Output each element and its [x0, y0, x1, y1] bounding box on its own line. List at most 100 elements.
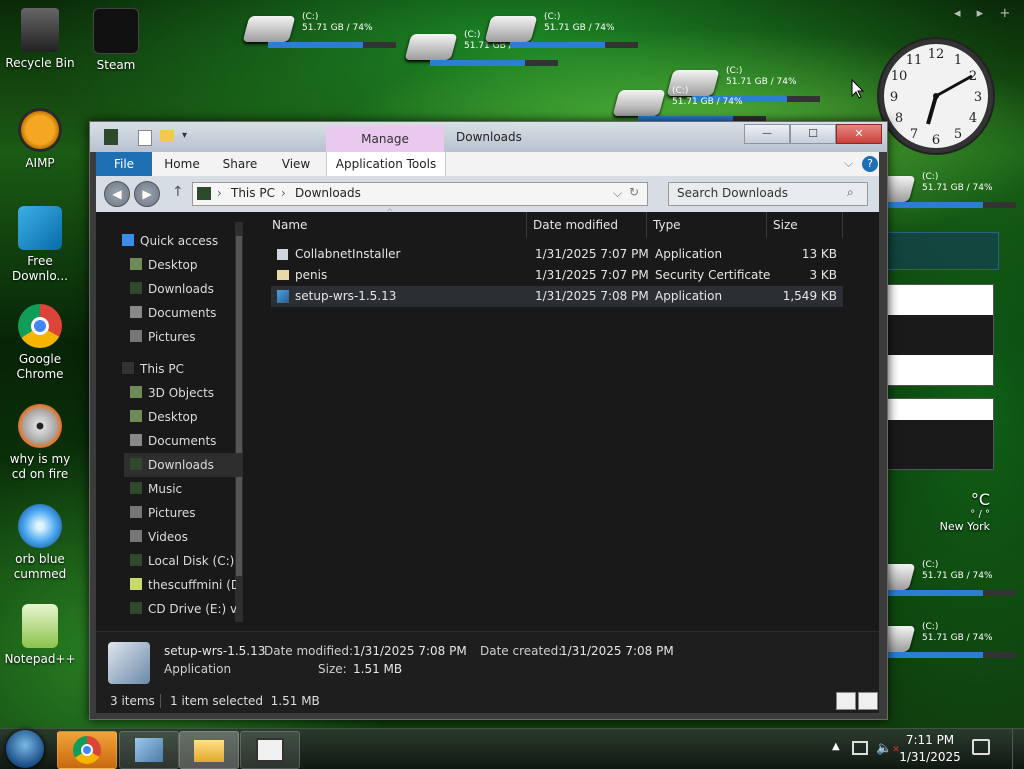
desktop-icon-aimp[interactable]: AIMP [0, 108, 80, 171]
nav-item-local-disk-c[interactable]: Local Disk (C:) [130, 549, 265, 573]
mouse-cursor-icon [851, 79, 865, 99]
nav-item-3d-objects[interactable]: 3D Objects [130, 381, 265, 405]
drive-usage-bar [268, 42, 396, 48]
nav-item-desktop-pc[interactable]: Desktop [130, 405, 265, 429]
start-button[interactable] [6, 730, 44, 768]
gadget-next-button[interactable]: ▸ [977, 6, 984, 21]
details-date-modified-label: Date modified: [264, 644, 354, 658]
details-date-created: 1/31/2025 7:08 PM [560, 644, 674, 658]
gadget-prev-button[interactable]: ◂ [954, 6, 961, 21]
installer-large-icon [108, 642, 150, 684]
nav-item-documents[interactable]: Documents [130, 301, 265, 325]
slideshow-gadget[interactable] [886, 398, 994, 470]
expand-ribbon-icon[interactable]: ⌵ [844, 156, 853, 171]
file-type: Security Certificate [655, 268, 771, 282]
clock-gadget[interactable]: 12 1 2 345 678 9 10 11 [876, 36, 996, 156]
window-titlebar[interactable]: ▾ Manage Downloads — ☐ ✕ [90, 122, 887, 152]
tab-application-tools[interactable]: Application Tools [326, 152, 446, 176]
nav-item-music[interactable]: Music [130, 477, 265, 501]
show-desktop-button[interactable] [1012, 729, 1024, 769]
properties-quick-icon[interactable] [138, 130, 152, 146]
drive-gadget: (C:) 51.71 GB / 74% [612, 86, 766, 126]
maximize-button[interactable]: ☐ [790, 124, 836, 144]
large-icons-view-button[interactable] [858, 692, 878, 710]
clock-date[interactable]: 1/31/2025 [890, 750, 970, 764]
nav-item-videos[interactable]: Videos [130, 525, 265, 549]
desktop-icon-orb-blue[interactable]: orb blue cummed [0, 504, 80, 582]
hard-drive-icon [242, 16, 296, 42]
svg-text:7: 7 [910, 127, 918, 142]
file-row[interactable]: penis 1/31/2025 7:07 PM Security Certifi… [271, 265, 843, 286]
nav-item-pictures-pc[interactable]: Pictures [130, 501, 265, 525]
details-view-button[interactable] [836, 692, 856, 710]
refresh-icon[interactable]: ↻ [629, 185, 639, 199]
search-input[interactable]: Search Downloads [677, 186, 788, 200]
search-box[interactable]: Search Downloads ⌕ [668, 182, 868, 206]
nav-item-downloads-pc[interactable]: Downloads [124, 453, 242, 477]
file-name: CollabnetInstaller [295, 247, 401, 261]
tab-view[interactable]: View [272, 152, 320, 176]
details-date-created-label: Date created: [480, 644, 563, 658]
column-header-size[interactable]: Size [767, 212, 843, 238]
desktop-icon-steam[interactable]: Steam [76, 8, 156, 73]
installer-file-icon [277, 290, 289, 303]
tab-home[interactable]: Home [156, 152, 208, 176]
weather-range: ° / ° [970, 509, 990, 520]
desktop-icon-free-download[interactable]: Free Downlo... [0, 206, 80, 284]
file-row-selected[interactable]: setup-wrs-1.5.13 1/31/2025 7:08 PM Appli… [271, 286, 843, 307]
desktop-icon-recycle-bin[interactable]: Recycle Bin [0, 8, 80, 71]
ribbon-tabs: File Home Share View Application Tools ⌵… [96, 152, 879, 176]
desktop-icon-google-chrome[interactable]: Google Chrome [0, 304, 80, 382]
network-icon[interactable] [852, 741, 868, 755]
breadcrumb-this-pc[interactable]: This PC [231, 186, 275, 200]
window-title: Downloads [456, 130, 522, 144]
address-dropdown-icon[interactable]: ⌵ [613, 186, 622, 201]
desktop-icon-notepad-plus-plus[interactable]: Notepad++ [0, 604, 80, 667]
column-header-date-modified[interactable]: Date modified [527, 212, 647, 238]
customize-quick-access-icon[interactable]: ▾ [182, 130, 187, 141]
computer-icon [122, 362, 134, 374]
drive-usage: 51.71 GB / 74% [922, 633, 993, 643]
taskbar-file-explorer-button[interactable] [179, 731, 239, 769]
nav-item-quick-access[interactable]: Quick access [122, 229, 257, 253]
drive-gadget: (C:) 51.71 GB / 74% [242, 12, 396, 52]
file-explorer-window[interactable]: ▾ Manage Downloads — ☐ ✕ File Home Share… [89, 121, 888, 720]
address-bar[interactable]: › This PC › Downloads ⌵ ↻ [192, 182, 648, 206]
taskbar-control-panel-button[interactable] [119, 731, 179, 769]
close-button[interactable]: ✕ [836, 124, 882, 144]
nav-item-thescuffmini-d[interactable]: thescuffmini (D:) [130, 573, 236, 597]
back-button[interactable]: ◀ [104, 181, 130, 207]
nav-item-cd-drive-e[interactable]: CD Drive (E:) virt [130, 597, 236, 621]
notifications-icon[interactable] [972, 739, 990, 755]
downloads-icon [130, 458, 142, 470]
nav-item-this-pc[interactable]: This PC [122, 357, 257, 381]
taskbar-app-button[interactable] [240, 731, 300, 769]
tab-share[interactable]: Share [214, 152, 266, 176]
nav-item-documents-pc[interactable]: Documents [130, 429, 265, 453]
file-row[interactable]: CollabnetInstaller 1/31/2025 7:07 PM App… [271, 244, 843, 265]
drive-usage-bar [888, 590, 1016, 596]
column-header-name[interactable]: Name [266, 212, 527, 238]
desktop-icon-cd-on-fire[interactable]: why is my cd on fire [0, 404, 80, 482]
gadget-add-button[interactable]: + [999, 6, 1010, 21]
file-type: Application [655, 247, 723, 261]
clock-time[interactable]: 7:11 PM [890, 733, 970, 747]
nav-item-desktop[interactable]: Desktop [130, 253, 265, 277]
breadcrumb-downloads[interactable]: Downloads [295, 186, 361, 200]
show-hidden-icons-button[interactable]: ▲ [832, 741, 840, 752]
svg-text:5: 5 [954, 127, 962, 142]
nav-item-pictures[interactable]: Pictures [130, 325, 265, 349]
column-header-type[interactable]: Type [647, 212, 767, 238]
slideshow-gadget[interactable] [886, 284, 994, 386]
minimize-button[interactable]: — [744, 124, 790, 144]
drive-usage: 51.71 GB / 74% [922, 183, 993, 193]
nav-item-downloads[interactable]: Downloads [130, 277, 265, 301]
ribbon-context-tab-manage[interactable]: Manage [326, 126, 444, 152]
help-icon[interactable]: ? [862, 156, 878, 172]
up-button[interactable]: ↑ [172, 184, 184, 200]
forward-button[interactable]: ▶ [134, 181, 160, 207]
tab-file[interactable]: File [96, 152, 152, 176]
taskbar-chrome-button[interactable] [57, 731, 117, 769]
weather-gadget[interactable]: °C ° / ° New York [920, 490, 990, 533]
new-folder-quick-icon[interactable] [160, 130, 174, 142]
